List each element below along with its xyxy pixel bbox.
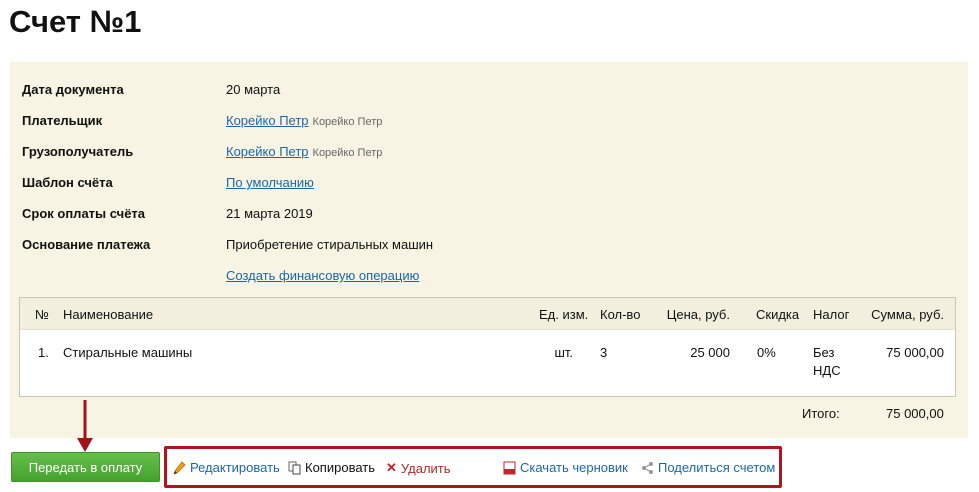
copy-button[interactable]: Копировать	[288, 460, 375, 475]
create-financial-operation-link[interactable]: Создать финансовую операцию	[226, 268, 419, 283]
payer-link[interactable]: Корейко Петр	[226, 113, 309, 128]
total-label: Итого:	[802, 406, 840, 421]
invoice-template-link[interactable]: По умолчанию	[226, 175, 314, 190]
header-sum: Сумма, руб.	[871, 307, 944, 322]
row-price: 25 000	[690, 345, 730, 360]
delete-button[interactable]: ✕ Удалить	[386, 460, 451, 476]
items-table: № Наименование Ед. изм. Кол-во Цена, руб…	[19, 297, 956, 397]
row-tax-line1: Без	[813, 345, 835, 360]
edit-button[interactable]: Редактировать	[173, 460, 280, 475]
header-price: Цена, руб.	[666, 307, 730, 322]
field-label: Плательщик	[22, 113, 103, 128]
header-discount: Скидка	[756, 307, 800, 322]
consignee-subtext: Корейко Петр	[312, 147, 383, 159]
field-label: Дата документа	[22, 82, 124, 97]
row-discount: 0%	[757, 345, 776, 360]
share-invoice-label: Поделиться счетом	[658, 460, 776, 475]
header-tax: Налог	[813, 307, 850, 322]
red-arrow-icon	[77, 400, 93, 452]
field-label: Основание платежа	[22, 237, 151, 252]
edit-label: Редактировать	[190, 460, 280, 475]
row-tax-line2: НДС	[813, 363, 841, 378]
header-qty: Кол-во	[600, 307, 641, 322]
pencil-icon	[173, 460, 186, 475]
delete-label: Удалить	[400, 460, 451, 476]
actions-toolbar: Редактировать Копировать ✕ Удалить Скача…	[164, 446, 782, 488]
payment-due-value: 21 марта 2019	[226, 206, 313, 221]
copy-icon	[288, 461, 301, 474]
row-name: Стиральные машины	[63, 345, 193, 360]
total-value: 75 000,00	[886, 406, 944, 421]
pdf-icon	[503, 461, 516, 474]
row-num: 1.	[38, 345, 49, 360]
download-draft-label: Скачать черновик	[520, 460, 628, 475]
row-unit: шт.	[554, 345, 573, 360]
page-title: Счет №1	[9, 4, 142, 39]
delete-x-icon: ✕	[386, 460, 397, 475]
document-date-value: 20 марта	[226, 82, 281, 97]
field-label: Шаблон счёта	[22, 175, 113, 190]
invoice-details-card: Дата документа 20 марта Плательщик Корей…	[10, 62, 968, 438]
table-header: № Наименование Ед. изм. Кол-во Цена, руб…	[20, 298, 955, 330]
field-label: Грузополучатель	[22, 144, 134, 159]
share-icon	[642, 461, 653, 474]
download-draft-button[interactable]: Скачать черновик	[503, 460, 628, 475]
copy-label: Копировать	[305, 460, 375, 475]
payer-subtext: Корейко Петр	[312, 116, 383, 128]
send-to-payment-button[interactable]: Передать в оплату	[11, 452, 160, 482]
payment-basis-value: Приобретение стиральных машин	[226, 237, 434, 252]
share-invoice-button[interactable]: Поделиться счетом	[641, 460, 775, 475]
row-sum: 75 000,00	[886, 345, 944, 360]
header-name: Наименование	[63, 307, 154, 322]
row-qty: 3	[600, 345, 608, 360]
consignee-link[interactable]: Корейко Петр	[226, 144, 309, 159]
header-unit: Ед. изм.	[539, 307, 589, 322]
field-label: Срок оплаты счёта	[22, 206, 146, 221]
header-num: №	[35, 307, 49, 322]
